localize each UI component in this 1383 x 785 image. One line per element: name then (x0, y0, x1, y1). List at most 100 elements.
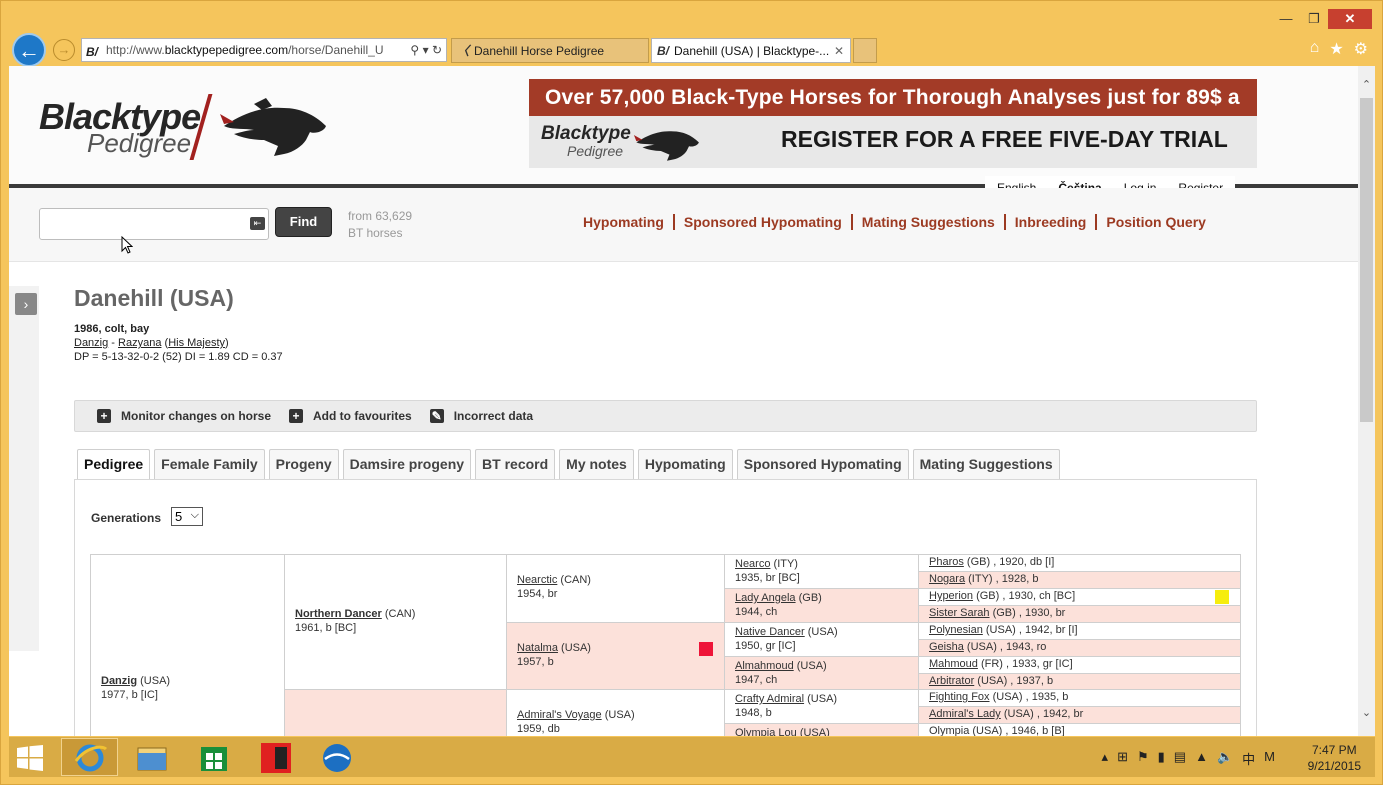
horse-details: 1954, br (517, 588, 558, 600)
horse-details: , 1933, gr [IC] (1002, 658, 1073, 670)
horse-link[interactable]: Arbitrator (929, 675, 974, 687)
tab-damsire-progeny[interactable]: Damsire progeny (342, 449, 472, 480)
tray-ime-icon[interactable]: 中 (1242, 749, 1255, 768)
horse-link[interactable]: Danzig (101, 675, 137, 687)
banner-logo-subtext: Pedigree (567, 143, 624, 159)
horse-link[interactable]: Natalma (517, 642, 558, 654)
tab-page-icon: 〈 (457, 44, 470, 58)
tab-hypomating[interactable]: Hypomating (637, 449, 733, 480)
horse-country: (USA) (963, 641, 997, 653)
horse-country: (ITY) (770, 558, 798, 570)
horse-link[interactable]: Pharos (929, 556, 964, 568)
vertical-scrollbar[interactable]: ⌃ ⌄ (1358, 66, 1375, 736)
keyboard-icon[interactable]: ⇤ (250, 217, 265, 230)
promo-banner[interactable]: Over 57,000 Black-Type Horses for Thorou… (529, 79, 1257, 169)
nav-position-query[interactable]: Position Query (1097, 214, 1215, 230)
horse-link[interactable]: Nogara (929, 573, 965, 585)
tray-signal-icon[interactable]: ▲ (1195, 749, 1208, 768)
minimize-icon[interactable]: — (1272, 9, 1300, 29)
horse-link[interactable]: Mahmoud (929, 658, 978, 670)
tab-mating-suggestions[interactable]: Mating Suggestions (912, 449, 1060, 480)
restore-icon[interactable]: ❐ (1300, 9, 1328, 29)
home-icon[interactable]: ⌂ (1310, 39, 1320, 59)
dropdown-icon[interactable]: ▾ (423, 43, 429, 57)
horse-details: , 1937, b (1007, 675, 1054, 687)
tray-network-icon[interactable]: ▤ (1174, 749, 1186, 768)
tab-female-family[interactable]: Female Family (154, 449, 265, 480)
tab-my-notes[interactable]: My notes (559, 449, 634, 480)
mouse-cursor-icon (121, 236, 133, 254)
horse-link[interactable]: Polynesian (929, 624, 983, 636)
address-bar[interactable]: B/ http://www.blacktypepedigree.com/hors… (81, 38, 447, 62)
tab-pedigree[interactable]: Pedigree (77, 449, 151, 480)
pedigree-cell-g5: Hyperion (GB) , 1930, ch [BC] (918, 588, 1241, 606)
tray-keyboard-letter[interactable]: M (1264, 749, 1275, 768)
browser-tab-1[interactable]: 〈 Danehill Horse Pedigree (451, 38, 649, 63)
taskbar-app-blue-icon[interactable] (308, 738, 365, 776)
browser-tab-2-active[interactable]: B/ Danehill (USA) | Blacktype-... ✕ (651, 38, 851, 63)
search-input[interactable]: ⇤ (39, 208, 269, 240)
search-icon[interactable]: ⚲ (410, 43, 419, 57)
horse-link[interactable]: Almahmoud (735, 660, 794, 672)
nav-inbreeding[interactable]: Inbreeding (1006, 214, 1098, 230)
scroll-down-icon[interactable]: ⌄ (1358, 706, 1375, 719)
horse-link[interactable]: Lady Angela (735, 592, 796, 604)
sire-link[interactable]: Danzig (74, 337, 108, 349)
horse-count-line2: BT horses (348, 226, 403, 240)
tab-sponsored-hypomating[interactable]: Sponsored Hypomating (736, 449, 909, 480)
taskbar-app-red-icon[interactable] (246, 738, 303, 776)
tab-bt-record[interactable]: BT record (475, 449, 556, 480)
pedigree-cell-g5: Sister Sarah (GB) , 1930, br (918, 605, 1241, 623)
scroll-up-icon[interactable]: ⌃ (1358, 78, 1375, 91)
dam-link[interactable]: Razyana (118, 337, 161, 349)
tab-progeny[interactable]: Progeny (268, 449, 339, 480)
add-favourites-button[interactable]: + Add to favourites (289, 409, 412, 423)
pedigree-cell-g4: Olympia Lou (USA) (724, 723, 919, 736)
horse-link[interactable]: Fighting Fox (929, 691, 990, 703)
favorites-star-icon[interactable]: ★ (1329, 39, 1343, 59)
tray-expand-icon[interactable]: ▴ (1102, 749, 1109, 768)
tray-battery-icon[interactable]: ▮ (1158, 749, 1165, 768)
nav-mating-suggestions[interactable]: Mating Suggestions (853, 214, 1006, 230)
horse-link[interactable]: Northern Dancer (295, 608, 382, 620)
horse-link[interactable]: Sister Sarah (929, 607, 990, 619)
horse-country: (GB) (963, 556, 991, 568)
horse-link[interactable]: Hyperion (929, 590, 973, 602)
pedigree-cell-g1: Danzig (USA) 1977, b [IC] (90, 554, 285, 736)
horse-link[interactable]: Admiral's Voyage (517, 709, 602, 721)
tray-windows-icon[interactable]: ⊞ (1117, 749, 1128, 768)
monitor-changes-button[interactable]: + Monitor changes on horse (97, 409, 271, 423)
taskbar-explorer-icon[interactable] (122, 738, 179, 776)
scroll-thumb[interactable] (1360, 98, 1373, 422)
close-window-icon[interactable]: ✕ (1328, 9, 1372, 29)
nav-hypomating[interactable]: Hypomating (583, 214, 675, 230)
taskbar-ie-icon[interactable] (61, 738, 118, 776)
taskbar-store-icon[interactable] (184, 738, 241, 776)
back-arrow-icon[interactable]: ← (12, 33, 46, 67)
nav-sponsored-hypomating[interactable]: Sponsored Hypomating (675, 214, 853, 230)
settings-gear-icon[interactable]: ⚙ (1354, 39, 1368, 59)
horse-link[interactable]: Native Dancer (735, 626, 805, 638)
clock[interactable]: 7:47 PM 9/21/2015 (1308, 742, 1361, 774)
horse-link[interactable]: Olympia Lou (735, 727, 797, 736)
horse-link[interactable]: Admiral's Lady (929, 708, 1001, 720)
find-button[interactable]: Find (275, 207, 332, 237)
horse-details: , 1942, br (1033, 708, 1084, 720)
close-tab-icon[interactable]: ✕ (834, 39, 844, 62)
horse-link[interactable]: Nearco (735, 558, 770, 570)
horse-link[interactable]: Geisha (929, 641, 964, 653)
expand-panel-chevron-icon[interactable]: › (15, 293, 37, 315)
tray-flag-icon[interactable]: ⚑ (1137, 749, 1149, 768)
generations-select[interactable]: 5 (171, 507, 203, 526)
horse-link[interactable]: Nearctic (517, 574, 557, 586)
horse-link[interactable]: Crafty Admiral (735, 693, 804, 705)
search-row: ⇤ Find from 63,629 BT horses Hypomating … (9, 188, 1358, 262)
incorrect-data-button[interactable]: ✎ Incorrect data (429, 409, 533, 423)
forward-arrow-icon[interactable]: → (53, 39, 75, 61)
damsire-link[interactable]: His Majesty (168, 337, 225, 349)
tray-volume-icon[interactable]: 🔈 (1217, 749, 1233, 768)
refresh-icon[interactable]: ↻ (432, 43, 442, 57)
windows-start-icon[interactable] (17, 745, 43, 771)
browser-right-icons: ⌂ ★ ⚙ (1310, 39, 1368, 59)
new-tab-button[interactable] (853, 38, 877, 63)
